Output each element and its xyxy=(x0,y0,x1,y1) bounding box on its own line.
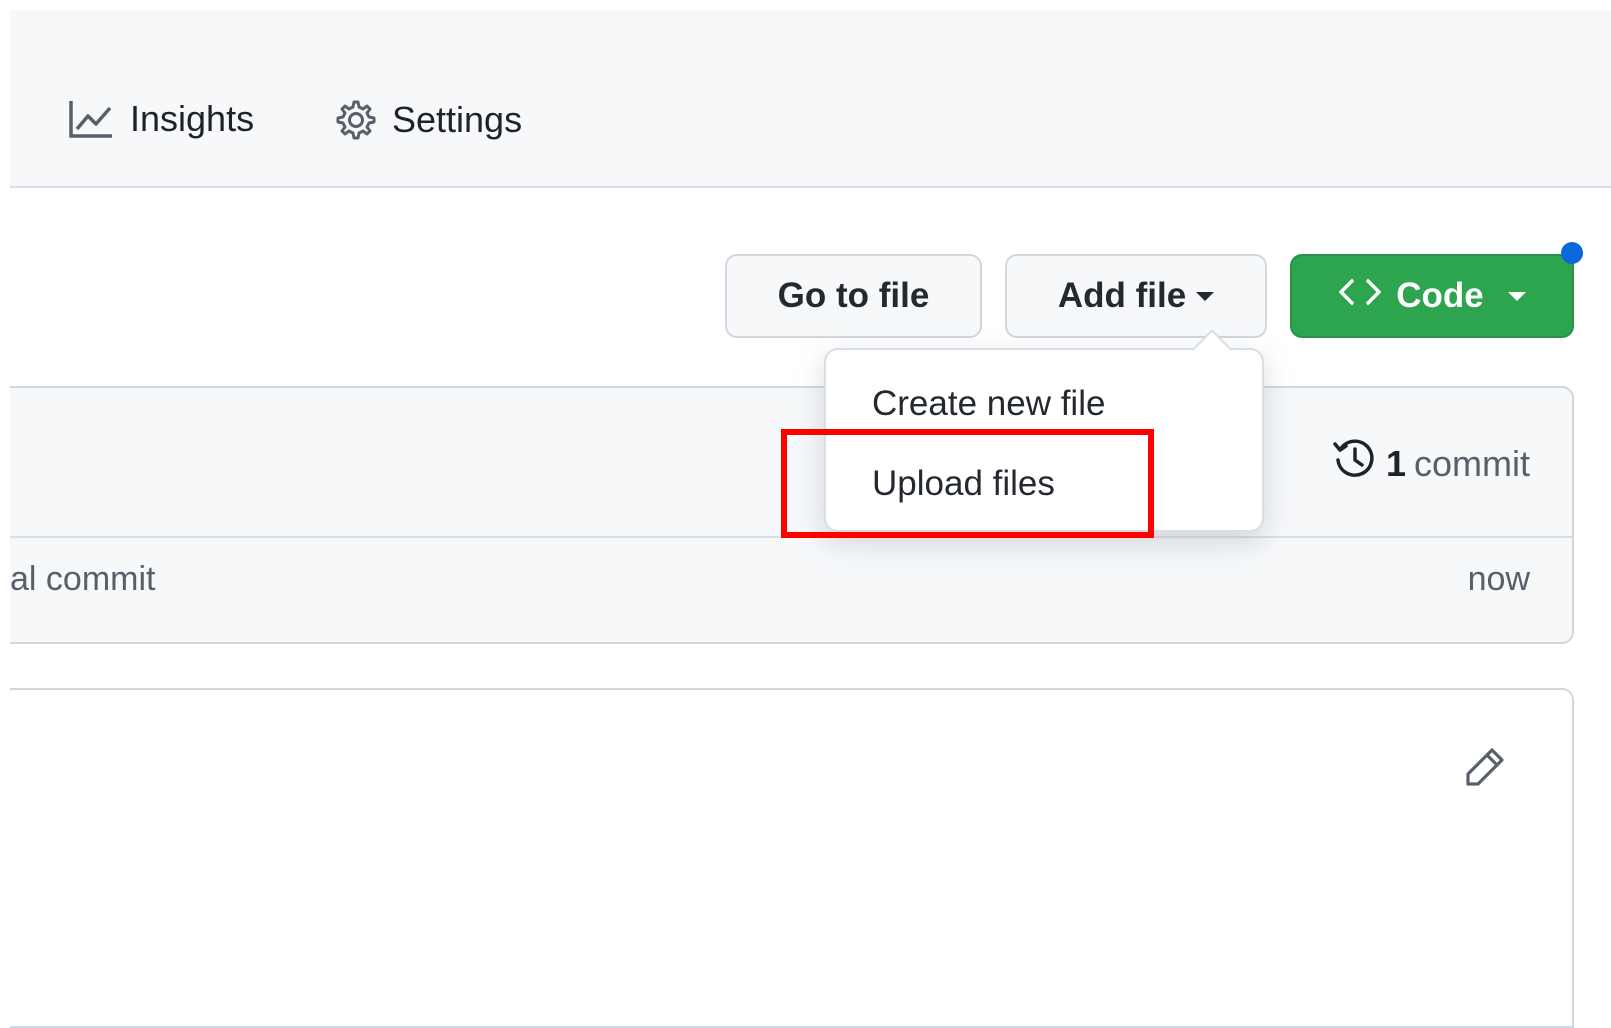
menu-item-label: Create new file xyxy=(872,384,1106,423)
button-label: Code xyxy=(1396,276,1484,315)
gear-icon xyxy=(332,98,376,142)
code-icon xyxy=(1338,276,1382,316)
caret-down-icon xyxy=(1507,291,1526,301)
nav-tab-label: Insights xyxy=(130,98,255,139)
button-label: Go to file xyxy=(777,276,930,315)
go-to-file-button[interactable]: Go to file xyxy=(725,254,982,338)
commit-label: commit xyxy=(1414,442,1530,484)
caret-down-icon xyxy=(1196,291,1215,301)
button-label: Add file xyxy=(1057,276,1187,315)
code-button[interactable]: Code xyxy=(1290,254,1574,338)
add-file-button[interactable]: Add file xyxy=(1005,254,1267,338)
latest-commit-row: / 1 commit xyxy=(10,388,1572,538)
commit-message[interactable]: al commit xyxy=(10,560,155,599)
commit-history-link[interactable]: 1 commit xyxy=(1332,436,1530,491)
pencil-icon[interactable] xyxy=(1466,746,1506,791)
nav-tab-label: Settings xyxy=(392,99,523,140)
menu-item-create-new-file[interactable]: Create new file xyxy=(872,384,1105,424)
nav-tab-insights[interactable]: Insights xyxy=(68,98,254,140)
commit-count: 1 xyxy=(1385,442,1406,484)
nav-tab-settings[interactable]: Settings xyxy=(332,98,522,142)
menu-item-label: Upload files xyxy=(872,464,1055,503)
readme-box xyxy=(10,688,1574,1028)
add-file-dropdown-menu: Create new file Upload files xyxy=(824,348,1264,532)
notification-dot xyxy=(1561,242,1583,264)
history-icon xyxy=(1332,436,1378,491)
menu-item-upload-files[interactable]: Upload files xyxy=(872,464,1055,504)
repo-nav-bar: Insights Settings xyxy=(10,10,1611,188)
commit-time: now xyxy=(1467,560,1530,598)
commit-summary-box: / 1 commit al commit now xyxy=(10,386,1574,644)
graph-icon xyxy=(68,99,114,139)
